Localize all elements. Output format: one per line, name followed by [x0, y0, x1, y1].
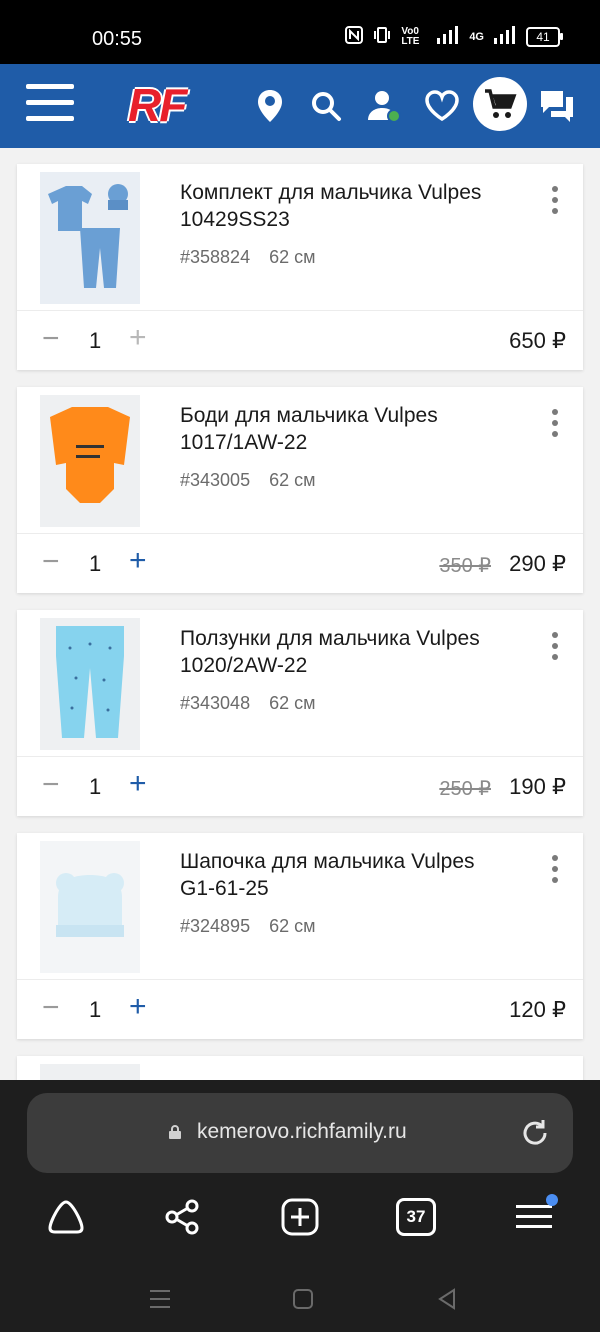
- more-options-icon[interactable]: [545, 632, 565, 666]
- app-header: RF: [0, 64, 600, 148]
- network-4g-label: 4G: [469, 30, 484, 43]
- location-icon[interactable]: [250, 84, 290, 128]
- product-image[interactable]: [40, 395, 140, 527]
- tabs-button[interactable]: 37: [394, 1195, 438, 1239]
- cart-item: Комплект для мальчика Vulpes 10429SS23 #…: [17, 164, 583, 370]
- product-size: 62 см: [269, 916, 316, 936]
- product-image[interactable]: [40, 841, 140, 973]
- price: 120 ₽: [509, 997, 566, 1022]
- product-title[interactable]: Ползунки для мальчика Vulpes 1020/2AW-22: [180, 625, 510, 679]
- qty-increase-button[interactable]: +: [129, 990, 147, 1024]
- status-icons: Vo0 LTE 4G 41: [345, 25, 563, 47]
- cart-item: Боди для мальчика Vulpes 1017/1AW-22 #34…: [17, 387, 583, 593]
- product-size: 62 см: [269, 693, 316, 713]
- qty-decrease-button[interactable]: −: [42, 768, 60, 802]
- battery-icon: 41: [526, 26, 563, 47]
- old-price: 350 ₽: [439, 555, 491, 577]
- new-tab-icon[interactable]: [278, 1195, 322, 1239]
- price: 290 ₽: [509, 551, 566, 576]
- cart-item: Шапочка для мальчика Vulpes G1-61-25 #32…: [17, 833, 583, 1039]
- tab-count: 37: [396, 1198, 436, 1236]
- product-meta: #343005 62 см: [180, 470, 330, 491]
- recent-apps-icon[interactable]: [145, 1284, 175, 1314]
- nfc-icon: [345, 26, 364, 47]
- url-text: kemerovo.richfamily.ru: [197, 1120, 407, 1143]
- product-meta: #358824 62 см: [180, 247, 330, 268]
- reload-icon[interactable]: [519, 1117, 551, 1149]
- product-sku: #343048: [180, 693, 251, 713]
- cart-item-partial: [17, 1056, 583, 1080]
- price: 190 ₽: [509, 774, 566, 799]
- vibrate-icon: [373, 26, 391, 47]
- account-icon[interactable]: [364, 84, 404, 128]
- menu-icon[interactable]: [26, 84, 74, 124]
- cart-item: Ползунки для мальчика Vulpes 1020/2AW-22…: [17, 610, 583, 816]
- more-options-icon[interactable]: [545, 186, 565, 220]
- product-size: 62 см: [269, 470, 316, 490]
- signal-icon: [437, 26, 459, 47]
- status-bar: 00:55 Vo0 LTE 4G 41: [0, 0, 600, 64]
- qty-decrease-button[interactable]: −: [42, 991, 60, 1025]
- browser-menu-icon[interactable]: [512, 1194, 558, 1239]
- home-icon[interactable]: [288, 1284, 318, 1314]
- logo[interactable]: RF: [128, 78, 187, 132]
- product-sku: #343005: [180, 470, 251, 490]
- product-sku: #358824: [180, 247, 251, 267]
- product-title[interactable]: Боди для мальчика Vulpes 1017/1AW-22: [180, 402, 510, 456]
- qty-increase-button[interactable]: +: [129, 321, 147, 355]
- status-time: 00:55: [92, 28, 143, 50]
- search-icon[interactable]: [306, 84, 346, 128]
- old-price: 250 ₽: [439, 778, 491, 800]
- qty-increase-button[interactable]: +: [129, 767, 147, 801]
- product-meta: #343048 62 см: [180, 693, 330, 714]
- notification-dot: [546, 1194, 558, 1206]
- product-image[interactable]: [40, 618, 140, 750]
- product-title[interactable]: Шапочка для мальчика Vulpes G1-61-25: [180, 848, 510, 902]
- favorites-icon[interactable]: [422, 84, 462, 128]
- share-icon[interactable]: [160, 1195, 204, 1239]
- qty-decrease-button[interactable]: −: [42, 545, 60, 579]
- qty-decrease-button[interactable]: −: [42, 322, 60, 356]
- qty-value: 1: [89, 997, 102, 1022]
- qty-value: 1: [89, 551, 102, 576]
- product-image[interactable]: [40, 1064, 140, 1080]
- product-title[interactable]: Комплект для мальчика Vulpes 10429SS23: [180, 179, 510, 233]
- cart-list[interactable]: Комплект для мальчика Vulpes 10429SS23 #…: [0, 148, 600, 1080]
- product-sku: #324895: [180, 916, 251, 936]
- price: 650 ₽: [509, 328, 566, 353]
- browser-toolbar: kemerovo.richfamily.ru 37: [0, 1080, 600, 1332]
- more-options-icon[interactable]: [545, 409, 565, 443]
- address-bar[interactable]: kemerovo.richfamily.ru: [27, 1093, 573, 1173]
- more-options-icon[interactable]: [545, 855, 565, 889]
- cart-icon: [485, 89, 517, 118]
- qty-value: 1: [89, 774, 102, 799]
- back-icon[interactable]: [432, 1284, 462, 1314]
- product-size: 62 см: [269, 247, 316, 267]
- divider: [17, 310, 583, 311]
- chat-icon[interactable]: [537, 84, 577, 128]
- product-meta: #324895 62 см: [180, 916, 330, 937]
- lock-icon: [169, 1125, 181, 1139]
- signal-icon-2: [494, 26, 516, 47]
- alice-icon[interactable]: [44, 1195, 88, 1239]
- divider: [17, 533, 583, 534]
- product-image[interactable]: [40, 172, 140, 304]
- qty-value: 1: [89, 328, 102, 353]
- divider: [17, 979, 583, 980]
- divider: [17, 756, 583, 757]
- volte-label: Vo0 LTE: [401, 25, 420, 47]
- cart-button[interactable]: [473, 77, 527, 131]
- qty-increase-button[interactable]: +: [129, 544, 147, 578]
